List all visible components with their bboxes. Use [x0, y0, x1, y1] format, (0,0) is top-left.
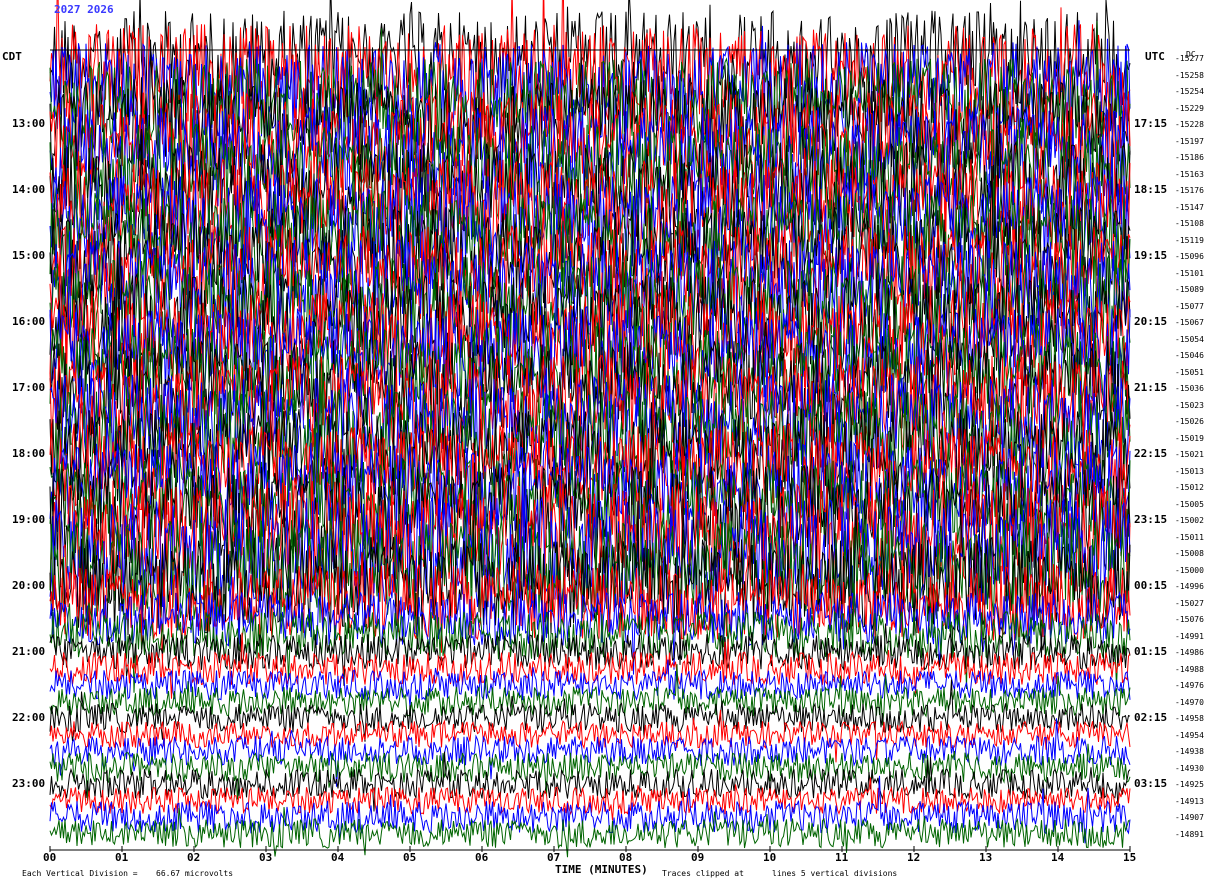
dc-offset-label: -14907	[1175, 813, 1204, 822]
dc-offset-label: -15013	[1175, 466, 1204, 476]
dc-offset-label: -15067	[1175, 318, 1204, 327]
dc-offset-label: -15077	[1175, 301, 1204, 311]
dc-offset-label: -15228	[1175, 120, 1204, 129]
right-time-label: 22:15	[1134, 447, 1168, 460]
scale-value: 66.67 microvolts	[156, 869, 234, 878]
right-time-label: 18:15	[1134, 183, 1168, 196]
right-time-label: 00:15	[1134, 579, 1168, 592]
x-tick-label: 12	[907, 851, 921, 864]
x-tick-label: 05	[403, 851, 417, 864]
x-tick-label: 06	[475, 851, 489, 864]
left-time-label: 22:00	[12, 711, 46, 724]
dc-offset-label: -14958	[1175, 714, 1204, 723]
dc-offset-label: -15096	[1175, 252, 1204, 261]
dc-offset-label: -14970	[1175, 697, 1204, 707]
dc-offset-label: -15000	[1175, 565, 1204, 575]
dc-offset-label: -15089	[1175, 285, 1204, 294]
trace-line	[49, 664, 1131, 726]
x-tick-label: 14	[1051, 851, 1065, 864]
x-axis-title: TIME (MINUTES)	[555, 863, 648, 876]
dc-offset-label: -15277	[1175, 54, 1204, 63]
right-time-label: 20:15	[1134, 315, 1168, 328]
dc-offset-label: -14976	[1175, 681, 1204, 690]
dc-offset-label: -15005	[1175, 499, 1204, 509]
dc-offset-label: -14991	[1175, 631, 1204, 641]
left-time-label: 18:00	[12, 447, 46, 460]
dc-offset-label: -15046	[1175, 351, 1204, 360]
x-tick-label: 13	[979, 851, 993, 864]
dc-offset-label: -14996	[1175, 582, 1204, 591]
dc-offset-label: -15011	[1175, 532, 1204, 542]
dc-offset-label: -15002	[1175, 516, 1204, 525]
left-time-label: 15:00	[12, 249, 46, 262]
dc-offset-label: -15026	[1175, 417, 1204, 426]
x-tick-label: 09	[691, 851, 705, 864]
dc-offset-label: -15147	[1175, 202, 1204, 212]
dc-offset-label: -14891	[1175, 829, 1204, 839]
left-time-label: 20:00	[12, 579, 46, 592]
right-time-label: 03:15	[1134, 777, 1168, 790]
left-timezone-label: CDT	[2, 50, 22, 63]
dc-offset-label: -14913	[1175, 796, 1204, 806]
clip-tail: lines 5 vertical divisions	[772, 869, 898, 878]
left-time-label: 21:00	[12, 645, 46, 658]
dc-offset-label: -15012	[1175, 483, 1204, 492]
x-tick-label: 02	[187, 851, 201, 864]
left-time-label: 16:00	[12, 315, 46, 328]
dc-offset-label: -15186	[1175, 153, 1204, 162]
trace-line	[49, 659, 1131, 708]
right-timezone-label: UTC	[1145, 50, 1165, 63]
right-time-label: 17:15	[1134, 117, 1168, 130]
dc-offset-label: -14925	[1175, 780, 1204, 789]
dc-offset-label: -15229	[1175, 103, 1204, 113]
x-tick-label: 01	[115, 851, 129, 864]
trace-layer	[49, 0, 1131, 858]
dc-offset-label: -15197	[1175, 136, 1204, 146]
clip-label: Traces clipped at	[662, 869, 744, 878]
right-time-label: 19:15	[1134, 249, 1168, 262]
x-tick-label: 00	[43, 851, 57, 864]
dc-offset-label: -15108	[1175, 219, 1204, 228]
right-time-label: 02:15	[1134, 711, 1168, 724]
dc-offset-label: -15119	[1175, 235, 1204, 245]
dc-offset-label: -15176	[1175, 186, 1204, 195]
left-time-label: 13:00	[12, 117, 46, 130]
dc-offset-label: -15036	[1175, 384, 1204, 393]
left-time-label: 17:00	[12, 381, 46, 394]
right-time-label: 23:15	[1134, 513, 1168, 526]
dc-offset-label: -15021	[1175, 450, 1204, 459]
dc-offset-label: -15051	[1175, 367, 1204, 377]
x-tick-label: 10	[763, 851, 777, 864]
x-tick-label: 03	[259, 851, 273, 864]
scale-label: Each Vertical Division =	[22, 869, 138, 878]
dc-offset-label: -15076	[1175, 615, 1204, 624]
helicorder-plot	[49, 0, 1131, 858]
right-time-label: 21:15	[1134, 381, 1168, 394]
dc-offset-label: -15008	[1175, 549, 1204, 558]
left-time-label: 23:00	[12, 777, 46, 790]
dc-offset-label: -15023	[1175, 400, 1204, 410]
dc-offset-label: -15254	[1175, 87, 1204, 96]
dc-offset-label: -15258	[1175, 70, 1204, 80]
dc-offset-label: -15054	[1175, 334, 1204, 344]
dc-offset-label: -14986	[1175, 648, 1204, 657]
x-tick-label: 04	[331, 851, 345, 864]
x-tick-label: 15	[1123, 851, 1137, 864]
left-time-label: 19:00	[12, 513, 46, 526]
x-tick-label: 11	[835, 851, 849, 864]
dc-offset-label: -14938	[1175, 747, 1204, 756]
dc-offset-label: -14954	[1175, 730, 1204, 740]
dc-offset-label: -14930	[1175, 763, 1204, 773]
dc-offset-label: -15101	[1175, 268, 1204, 278]
dc-offset-label: -15163	[1175, 169, 1204, 179]
right-time-label: 01:15	[1134, 645, 1168, 658]
dc-offset-label: -15027	[1175, 598, 1204, 608]
dc-offset-label: -14988	[1175, 664, 1204, 674]
dc-offset-label: -15019	[1175, 433, 1204, 443]
left-time-label: 14:00	[12, 183, 46, 196]
date-title: 2027 2026	[54, 3, 114, 16]
